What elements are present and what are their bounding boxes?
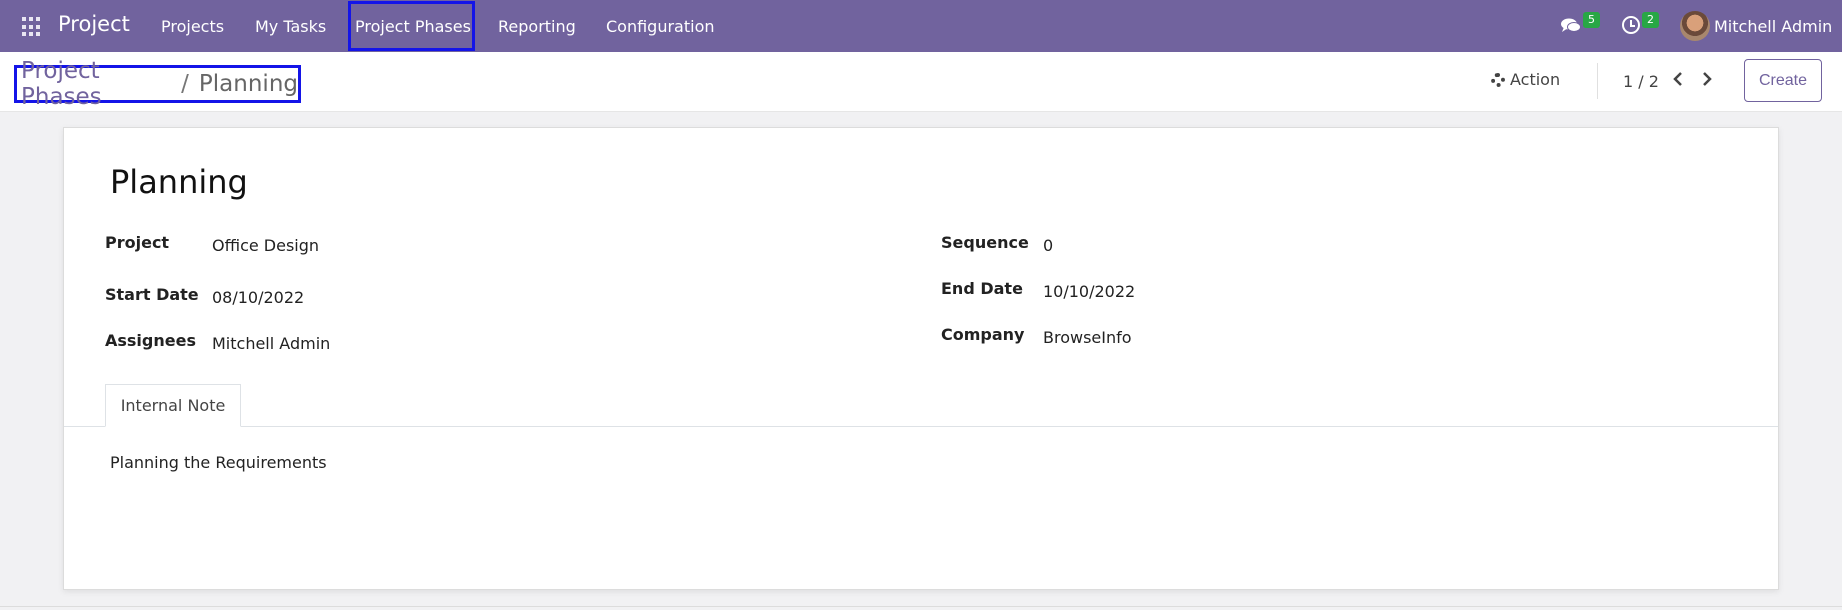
company-label: Company — [941, 325, 1025, 344]
menu-projects[interactable]: Projects — [161, 17, 224, 36]
end-date-label: End Date — [941, 279, 1023, 298]
app-brand[interactable]: Project — [58, 12, 130, 36]
internal-note-text[interactable]: Planning the Requirements — [110, 453, 327, 472]
breadcrumb-separator: / — [181, 71, 189, 97]
pager-next-button[interactable] — [1699, 71, 1715, 89]
gear-icon — [1491, 72, 1505, 87]
user-menu-name[interactable]: Mitchell Admin — [1714, 17, 1832, 36]
sequence-field[interactable]: 0 — [1043, 236, 1053, 255]
menu-highlight-box — [348, 1, 475, 51]
create-button[interactable]: Create — [1744, 59, 1822, 102]
breadcrumb-parent[interactable]: Project Phases — [21, 58, 171, 110]
action-menu-button[interactable]: Action — [1491, 70, 1560, 89]
menu-my-tasks[interactable]: My Tasks — [255, 17, 326, 36]
chevron-left-icon — [1673, 72, 1682, 86]
company-field[interactable]: BrowseInfo — [1043, 328, 1132, 347]
assignees-label: Assignees — [105, 331, 196, 350]
bottom-divider — [0, 606, 1842, 607]
top-navbar: Project Projects My Tasks Project Phases… — [0, 0, 1842, 52]
activities-count-badge: 2 — [1642, 12, 1659, 28]
pager-value[interactable]: 1 / 2 — [1623, 72, 1659, 91]
apps-menu-icon[interactable] — [22, 17, 42, 37]
messages-count-badge: 5 — [1583, 12, 1600, 28]
start-date-field[interactable]: 08/10/2022 — [212, 288, 304, 307]
record-title[interactable]: Planning — [110, 163, 248, 201]
breadcrumb-current: Planning — [198, 71, 298, 97]
menu-reporting[interactable]: Reporting — [498, 17, 576, 36]
pager-previous-button[interactable] — [1670, 71, 1686, 89]
chevron-right-icon — [1703, 72, 1712, 86]
tab-internal-note[interactable]: Internal Note — [105, 384, 241, 427]
menu-configuration[interactable]: Configuration — [606, 17, 715, 36]
start-date-label: Start Date — [105, 285, 199, 304]
control-divider — [1597, 63, 1598, 99]
form-sheet — [63, 127, 1779, 590]
end-date-field[interactable]: 10/10/2022 — [1043, 282, 1135, 301]
messages-icon[interactable] — [1561, 18, 1581, 34]
project-label: Project — [105, 233, 170, 252]
activities-clock-icon[interactable] — [1622, 16, 1640, 34]
sequence-label: Sequence — [941, 233, 1029, 252]
action-label: Action — [1510, 70, 1561, 89]
project-field[interactable]: Office Design — [212, 236, 319, 255]
breadcrumb: Project Phases / Planning — [14, 58, 301, 110]
tab-divider — [64, 426, 1778, 427]
assignees-field[interactable]: Mitchell Admin — [212, 334, 330, 353]
user-avatar[interactable] — [1680, 11, 1710, 41]
